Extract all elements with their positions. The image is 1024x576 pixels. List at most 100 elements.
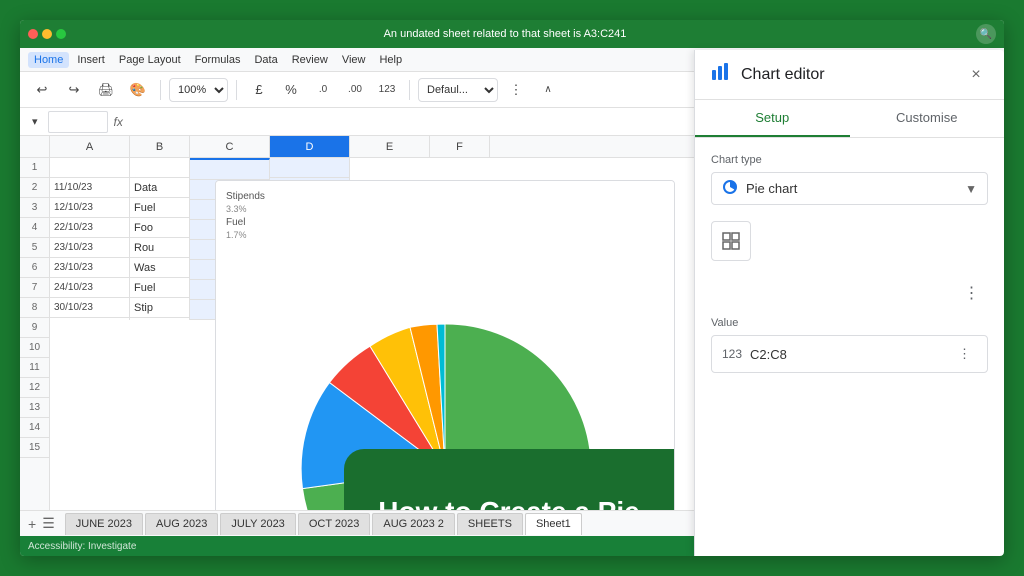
sheet-tab-july[interactable]: JULY 2023	[220, 513, 295, 535]
value-range: C2:C8	[750, 347, 945, 362]
menu-page-layout[interactable]: Page Layout	[113, 52, 187, 68]
undo-button[interactable]: ↩	[28, 76, 56, 104]
more-options-dots-button[interactable]: ⋮	[956, 277, 988, 309]
row-num-8: 8	[20, 298, 49, 318]
menu-formulas[interactable]: Formulas	[189, 52, 247, 68]
row-num-12: 12	[20, 378, 49, 398]
sheet-list-button[interactable]: ☰	[42, 515, 55, 532]
font-select[interactable]: Defaul...	[418, 78, 498, 102]
close-dot[interactable]	[28, 29, 38, 39]
cell-b2[interactable]: Data	[130, 178, 189, 198]
cell-b4[interactable]: Foo	[130, 218, 189, 238]
menu-review[interactable]: Review	[286, 52, 334, 68]
sheet-tab-sheet1[interactable]: Sheet1	[525, 513, 582, 535]
chart-area: Stipends 3.3% Fuel 1.7%	[215, 180, 675, 510]
cell-b1[interactable]	[130, 158, 189, 178]
grid-layout-button[interactable]	[711, 221, 751, 261]
row-num-14: 14	[20, 418, 49, 438]
tab-customise[interactable]: Customise	[850, 136, 1005, 137]
overlay-text-content: How to Create a Pie Chart in Google Shee…	[374, 494, 644, 510]
cell-a6[interactable]: 23/10/23	[50, 258, 129, 278]
separator-1	[160, 80, 161, 100]
zoom-select[interactable]: 100%	[169, 78, 228, 102]
value-options-button[interactable]: ⋮	[953, 342, 977, 366]
print-button[interactable]: 🖨	[92, 76, 120, 104]
cell-d1[interactable]	[270, 158, 349, 178]
expand-button[interactable]: ∧	[534, 76, 562, 104]
menu-view[interactable]: View	[336, 52, 372, 68]
cell-a4[interactable]: 22/10/23	[50, 218, 129, 238]
top-bar: An undated sheet related to that sheet i…	[20, 20, 1004, 48]
legend-fuel: Fuel	[226, 217, 265, 228]
cell-b5[interactable]: Rou	[130, 238, 189, 258]
col-header-a[interactable]: A	[50, 136, 130, 157]
cell-c1[interactable]	[190, 160, 269, 180]
menu-data[interactable]: Data	[248, 52, 283, 68]
col-header-c[interactable]: C	[190, 136, 270, 157]
menu-home[interactable]: Home	[28, 52, 69, 68]
cell-dropdown[interactable]: ▾	[28, 115, 42, 128]
cell-reference-input[interactable]	[48, 111, 108, 133]
cell-a8[interactable]: 30/10/23	[50, 298, 129, 318]
sheet-tab-sheets[interactable]: SHEETS	[457, 513, 523, 535]
chart-type-selector[interactable]: Pie chart ▼	[711, 172, 988, 205]
chart-editor-panel: Chart editor × Setup Customise Chart typ…	[694, 136, 1004, 510]
menu-insert[interactable]: Insert	[71, 52, 111, 68]
value-row: 123 C2:C8 ⋮	[711, 335, 988, 373]
sheet-tab-june[interactable]: JUNE 2023	[65, 513, 143, 535]
search-btn[interactable]: 🔍	[976, 24, 996, 44]
panel-content: Chart type Pie chart ▼	[695, 138, 1004, 510]
window-title: An undated sheet related to that sheet i…	[80, 28, 930, 40]
maximize-dot[interactable]	[56, 29, 66, 39]
row-num-6: 6	[20, 258, 49, 278]
decimal1-button[interactable]: .0	[309, 76, 337, 104]
more-options-row: ⋮	[711, 277, 988, 309]
row-num-15: 15	[20, 438, 49, 458]
pie-chart-icon	[722, 179, 738, 198]
redo-button[interactable]: ↪	[60, 76, 88, 104]
value-label: Value	[711, 317, 988, 329]
cell-b6[interactable]: Was	[130, 258, 189, 278]
cell-b7[interactable]: Fuel	[130, 278, 189, 298]
sheet-tab-aug[interactable]: AUG 2023	[145, 513, 218, 535]
col-header-b[interactable]: B	[130, 136, 190, 157]
row-num-10: 10	[20, 338, 49, 358]
col-a-data: 11/10/23 12/10/23 22/10/23 23/10/23 23/1…	[50, 158, 130, 320]
percent-button[interactable]: %	[277, 76, 305, 104]
currency-button[interactable]: £	[245, 76, 273, 104]
legend-stipends: Stipends	[226, 191, 265, 202]
screenshot-wrapper: An undated sheet related to that sheet i…	[0, 0, 1024, 576]
chart-type-value: Pie chart	[746, 181, 957, 196]
sheet-tab-aug2[interactable]: AUG 2023 2	[372, 513, 455, 535]
chart-type-dropdown-arrow: ▼	[965, 182, 977, 196]
chart-type-label: Chart type	[711, 154, 988, 166]
minimize-dot[interactable]	[42, 29, 52, 39]
format123-button[interactable]: 123	[373, 76, 401, 104]
row-num-2: 2	[20, 178, 49, 198]
cell-a1[interactable]	[50, 158, 129, 178]
col-header-f[interactable]: F	[430, 136, 490, 157]
cell-b3[interactable]: Fuel	[130, 198, 189, 218]
cell-b8[interactable]: Stip	[130, 298, 189, 318]
cell-a3[interactable]: 12/10/23	[50, 198, 129, 218]
sheets-window: An undated sheet related to that sheet i…	[20, 20, 1004, 556]
decimal2-button[interactable]: .00	[341, 76, 369, 104]
chart-inner: Stipends 3.3% Fuel 1.7%	[216, 181, 674, 510]
row-numbers: 1 2 3 4 5 6 7 8 9 10 11 12 13 14 15	[20, 136, 50, 510]
more-options-button[interactable]: ⋮	[502, 76, 530, 104]
menu-help[interactable]: Help	[373, 52, 408, 68]
fx-label: fx	[114, 115, 123, 129]
row-num-13: 13	[20, 398, 49, 418]
cell-a2[interactable]: 11/10/23	[50, 178, 129, 198]
add-sheet-button[interactable]: +	[28, 516, 36, 532]
col-header-d[interactable]: D	[270, 136, 350, 157]
col-header-e[interactable]: E	[350, 136, 430, 157]
sheet-tab-oct[interactable]: OCT 2023	[298, 513, 371, 535]
window-controls	[28, 29, 66, 39]
paint-format-button[interactable]: 🎨	[124, 76, 152, 104]
cell-a5[interactable]: 23/10/23	[50, 238, 129, 258]
separator-2	[236, 80, 237, 100]
row-num-7: 7	[20, 278, 49, 298]
cell-a7[interactable]: 24/10/23	[50, 278, 129, 298]
tab-setup[interactable]: Setup	[695, 136, 850, 137]
